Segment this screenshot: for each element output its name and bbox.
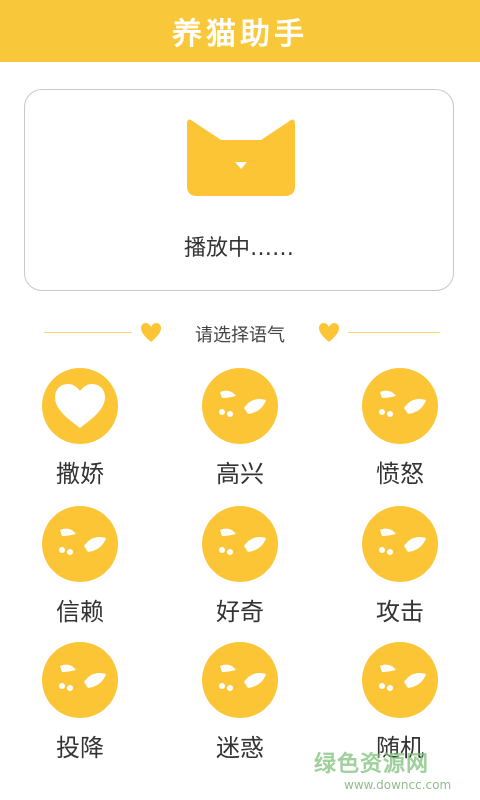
cat-paw-face-icon: [362, 642, 438, 718]
cat-paw-face-icon: [202, 368, 278, 444]
mood-label: 愤怒: [376, 460, 424, 488]
mood-button-attack[interactable]: 攻击: [340, 506, 460, 632]
section-divider: 请选择语气: [0, 318, 480, 348]
mood-label: 撒娇: [56, 460, 104, 488]
cat-face-icon: [187, 119, 295, 196]
cat-paw-face-icon: [42, 506, 118, 582]
mood-button-confused[interactable]: 迷惑: [180, 642, 300, 768]
heart-ornament-icon: [319, 323, 339, 342]
cat-paw-face-icon: [202, 506, 278, 582]
mood-label: 迷惑: [216, 734, 264, 762]
mood-button-coquettish[interactable]: 撒娇: [20, 368, 140, 494]
mood-button-curious[interactable]: 好奇: [180, 506, 300, 632]
cat-paw-face-icon: [362, 506, 438, 582]
cat-paw-face-icon: [42, 642, 118, 718]
app-title: 养猫助手: [172, 17, 308, 52]
playback-status: 播放中……: [183, 236, 294, 261]
app-header: 养猫助手: [0, 0, 480, 62]
mood-button-random[interactable]: 随机: [340, 642, 460, 768]
watermark-url: www.downcc.com: [344, 778, 452, 792]
mood-label: 攻击: [376, 598, 424, 626]
mood-label: 好奇: [216, 598, 264, 626]
mood-button-happy[interactable]: 高兴: [180, 368, 300, 494]
mood-label: 随机: [376, 734, 424, 762]
divider-line-left: [44, 332, 132, 333]
mood-button-surrender[interactable]: 投降: [20, 642, 140, 768]
cat-paw-face-icon: [362, 368, 438, 444]
mood-button-trust[interactable]: 信赖: [20, 506, 140, 632]
cat-paw-face-icon: [202, 642, 278, 718]
section-title: 请选择语气: [195, 325, 285, 346]
heart-icon: [42, 368, 118, 444]
heart-ornament-icon: [141, 323, 161, 342]
mood-label: 信赖: [56, 598, 104, 626]
player-card: 播放中……: [24, 89, 454, 291]
mood-button-angry[interactable]: 愤怒: [340, 368, 460, 494]
mood-label: 投降: [56, 734, 104, 762]
divider-line-right: [348, 332, 440, 333]
mood-label: 高兴: [216, 460, 264, 488]
